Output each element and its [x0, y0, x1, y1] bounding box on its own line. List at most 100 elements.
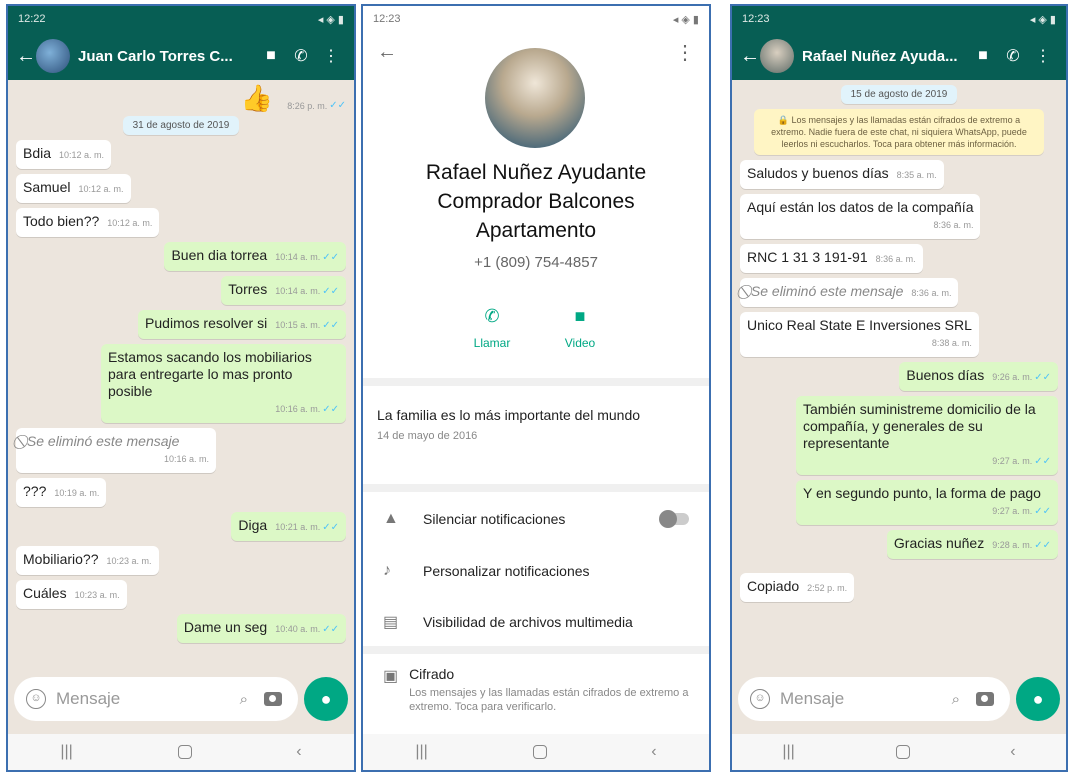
- media-icon: ▤: [383, 614, 399, 631]
- message-bubble[interactable]: Diga 10:21 a. m. ✓✓: [231, 512, 346, 541]
- phone-call-icon[interactable]: ✆: [998, 46, 1028, 66]
- contact-name[interactable]: Rafael Nuñez Ayuda...: [802, 48, 968, 65]
- message-text: Buen dia torrea: [171, 247, 268, 263]
- message-input-box[interactable]: ☺ Mensaje ⌕: [738, 677, 1010, 721]
- encryption-notice[interactable]: 🔒 Los mensajes y las llamadas están cifr…: [754, 109, 1044, 155]
- attach-icon[interactable]: ⌕: [240, 691, 248, 708]
- message-input[interactable]: Mensaje: [56, 689, 240, 709]
- contact-name: Rafael Nuñez Ayudante Comprador Balcones…: [425, 161, 647, 242]
- chat-screen-rafael: 12:23 ◂ ◈ ▮ ← Rafael Nuñez Ayuda... ■ ✆ …: [730, 4, 1068, 772]
- mute-notifications-row[interactable]: ▲ Silenciar notificaciones: [363, 510, 709, 528]
- back-nav-icon[interactable]: ‹: [1010, 743, 1015, 761]
- message-bubble[interactable]: ??? 10:19 a. m.: [16, 478, 107, 507]
- chat-screen-juan: 12:22 ◂ ◈ ▮ ← Juan Carlo Torres C... ■ ✆…: [6, 4, 356, 772]
- avatar[interactable]: [760, 39, 794, 73]
- message-bubble[interactable]: Bdia 10:12 a. m.: [16, 140, 112, 169]
- video-call-icon[interactable]: ■: [968, 47, 998, 65]
- message-row: Y en segundo punto, la forma de pago 9:27…: [740, 480, 1058, 525]
- message-bubble[interactable]: Gracias nuñez 9:28 a. m. ✓✓: [886, 530, 1058, 559]
- camera-icon[interactable]: [976, 692, 994, 706]
- message-bubble[interactable]: Buen dia torrea 10:14 a. m. ✓✓: [164, 242, 346, 271]
- back-nav-icon[interactable]: ‹: [651, 743, 656, 761]
- status-time: 12:23: [742, 13, 770, 25]
- message-bubble[interactable]: ⃠ Se eliminó este mensaje 8:36 a. m.: [740, 278, 959, 307]
- call-button[interactable]: ✆ Llamar: [462, 306, 522, 350]
- deleted-message-text: ⃠ Se eliminó este mensaje: [23, 433, 180, 449]
- bell-icon: ▲: [383, 510, 399, 527]
- contact-actions: ✆ Llamar ■ Video: [363, 306, 709, 350]
- back-arrow-icon[interactable]: ←: [16, 45, 36, 68]
- more-options-icon[interactable]: ⋮: [675, 40, 695, 65]
- message-list: 👍 8:26 p. m. ✓✓ 31 de agosto de 2019 Bdia…: [8, 80, 354, 654]
- message-input-box[interactable]: ☺ Mensaje ⌕: [14, 677, 298, 721]
- video-call-icon[interactable]: ■: [256, 47, 286, 65]
- message-bubble[interactable]: Unico Real State E Inversiones SRL 8:38 a…: [740, 312, 979, 357]
- avatar[interactable]: [36, 39, 70, 73]
- thumbs-up-message[interactable]: 👍: [241, 85, 273, 111]
- camera-icon[interactable]: [264, 692, 282, 706]
- message-input[interactable]: Mensaje: [780, 689, 952, 709]
- message-row: Aquí están los datos de la compañía 8:36 …: [740, 194, 1058, 239]
- back-nav-icon[interactable]: ‹: [296, 743, 301, 761]
- custom-label: Personalizar notificaciones: [423, 563, 590, 579]
- encryption-row[interactable]: ▣ Cifrado Los mensajes y las llamadas es…: [363, 666, 709, 714]
- more-options-icon[interactable]: ⋮: [316, 46, 346, 66]
- media-visibility-row[interactable]: ▤ Visibilidad de archivos multimedia: [363, 612, 709, 632]
- message-time: 10:16 a. m.: [163, 454, 209, 464]
- message-row: Samuel 10:12 a. m.: [16, 174, 346, 203]
- message-bubble[interactable]: Saludos y buenos días 8:35 a. m.: [740, 160, 944, 189]
- profile-photo[interactable]: [485, 48, 585, 148]
- message-bubble[interactable]: Mobiliario?? 10:23 a. m.: [16, 546, 159, 575]
- back-arrow-icon[interactable]: ←: [377, 41, 397, 64]
- mic-button[interactable]: ●: [304, 677, 348, 721]
- attach-icon[interactable]: ⌕: [952, 691, 960, 708]
- message-bubble[interactable]: Todo bien?? 10:12 a. m.: [16, 208, 160, 237]
- home-icon[interactable]: [532, 745, 547, 759]
- message-bubble[interactable]: Dame un seg 10:40 a. m. ✓✓: [176, 614, 346, 643]
- recents-icon[interactable]: |||: [60, 743, 72, 761]
- message-bubble[interactable]: Samuel 10:12 a. m.: [16, 174, 131, 203]
- recents-icon[interactable]: |||: [782, 743, 794, 761]
- message-text: Copiado: [747, 578, 800, 594]
- contact-name[interactable]: Juan Carlo Torres C...: [78, 48, 256, 65]
- mute-toggle[interactable]: [659, 510, 689, 528]
- message-row: 👍 8:26 p. m. ✓✓: [240, 83, 346, 113]
- message-time: 8:36 a. m.: [911, 288, 952, 298]
- message-time: 10:23 a. m.: [106, 556, 152, 566]
- message-bubble[interactable]: RNC 1 31 3 191-91 8:36 a. m.: [740, 244, 923, 273]
- emoji-icon[interactable]: ☺: [750, 689, 770, 709]
- message-row: Gracias nuñez 9:28 a. m. ✓✓: [740, 530, 1058, 559]
- message-row: ⃠ Se eliminó este mensaje 10:16 a. m.: [16, 428, 346, 473]
- home-icon[interactable]: [177, 745, 192, 759]
- more-options-icon[interactable]: ⋮: [1028, 46, 1058, 66]
- back-arrow-icon[interactable]: ←: [740, 45, 760, 68]
- phone-call-icon[interactable]: ✆: [286, 46, 316, 66]
- message-row: Bdia 10:12 a. m.: [16, 140, 346, 169]
- message-bubble[interactable]: Estamos sacando los mobiliarios para ent…: [101, 344, 346, 423]
- message-bubble[interactable]: Y en segundo punto, la forma de pago 9:27…: [796, 480, 1058, 525]
- video-button[interactable]: ■ Video: [550, 306, 610, 350]
- message-text: Todo bien??: [23, 213, 100, 229]
- contact-info-screen: 12:23 ◂ ◈ ▮ ← ⋮ Rafael Nuñez Ayudante Co…: [361, 4, 711, 772]
- message-bubble[interactable]: Pudimos resolver si 10:15 a. m. ✓✓: [138, 310, 346, 339]
- mic-button[interactable]: ●: [1016, 677, 1060, 721]
- message-bubble[interactable]: También suministreme domicilio de la com…: [796, 396, 1058, 475]
- emoji-icon[interactable]: ☺: [26, 689, 46, 709]
- message-bubble[interactable]: Copiado 2:52 p. m.: [740, 573, 855, 602]
- message-bubble[interactable]: Aquí están los datos de la compañía 8:36 …: [740, 194, 981, 239]
- message-text: RNC 1 31 3 191-91: [747, 249, 868, 265]
- message-bubble[interactable]: Buenos días 9:26 a. m. ✓✓: [899, 362, 1058, 391]
- message-time: 8:26 p. m.: [287, 101, 328, 111]
- message-text: También suministreme domicilio de la com…: [803, 401, 1036, 451]
- encryption-notice-row: 🔒 Los mensajes y las llamadas están cifr…: [740, 109, 1058, 155]
- home-icon[interactable]: [895, 745, 910, 759]
- recents-icon[interactable]: |||: [415, 743, 427, 761]
- message-bubble[interactable]: Torres 10:14 a. m. ✓✓: [221, 276, 346, 305]
- message-row: Buenos días 9:26 a. m. ✓✓: [740, 362, 1058, 391]
- message-bubble[interactable]: ⃠ Se eliminó este mensaje 10:16 a. m.: [16, 428, 216, 473]
- status-time: 12:23: [373, 13, 401, 25]
- message-text: Estamos sacando los mobiliarios para ent…: [108, 349, 312, 399]
- custom-notifications-row[interactable]: ♪ Personalizar notificaciones: [363, 562, 709, 580]
- message-time: 10:19 a. m.: [54, 488, 100, 498]
- message-bubble[interactable]: Cuáles 10:23 a. m.: [16, 580, 127, 609]
